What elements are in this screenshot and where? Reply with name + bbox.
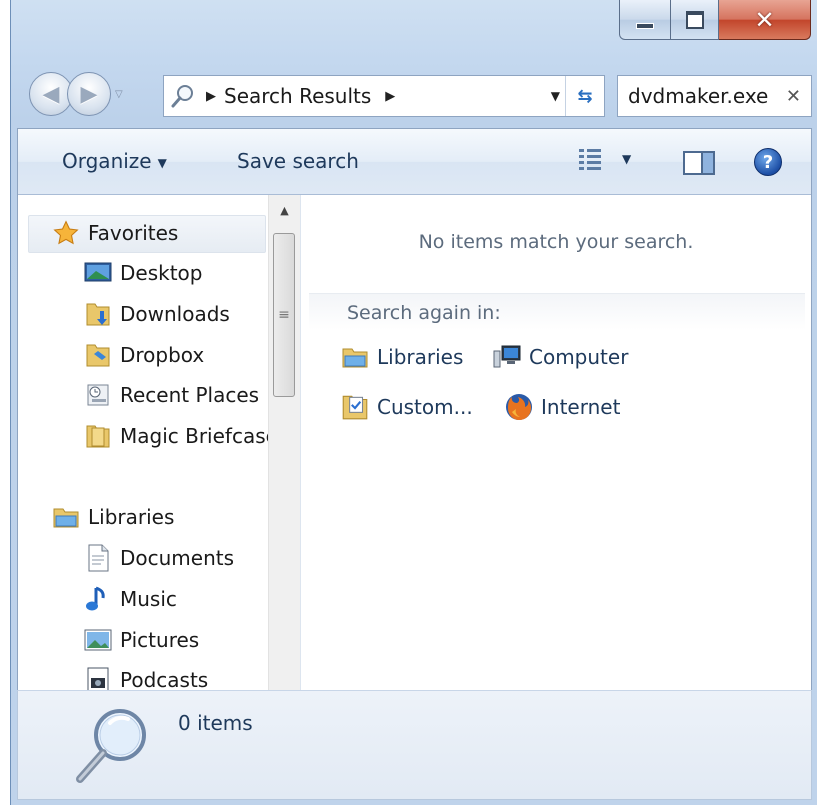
navigation-scrollbar[interactable]: ▲ ≡ ▼ [268, 195, 300, 755]
star-icon [52, 219, 80, 247]
back-arrow-icon: ◀ [42, 81, 60, 107]
organize-label: Organize [62, 149, 152, 173]
nav-libraries[interactable]: Libraries [52, 503, 174, 531]
nav-item-label: Desktop [120, 261, 203, 285]
search-icon [164, 76, 202, 116]
help-button[interactable]: ? [754, 148, 782, 176]
view-options-dropdown-icon[interactable]: ▼ [622, 152, 631, 166]
close-button[interactable]: ✕ [719, 0, 811, 40]
nav-item-pictures[interactable]: Pictures [84, 626, 199, 654]
libraries-folder-icon [339, 341, 371, 373]
nav-item-label: Recent Places [120, 383, 260, 407]
item-count: 0 items [178, 711, 253, 735]
nav-item-label: Downloads [120, 302, 230, 326]
scroll-up-icon[interactable]: ▲ [269, 195, 300, 225]
results-pane: No items match your search. Search again… [301, 195, 811, 763]
search-location-label: Computer [529, 345, 629, 369]
search-location-computer[interactable]: Computer [491, 341, 628, 373]
breadcrumb-child-arrow-icon[interactable]: ▶ [385, 89, 395, 104]
libraries-folder-icon [52, 503, 80, 531]
refresh-arrows-icon: ⇆ [577, 85, 593, 107]
search-again-label: Search again in: [347, 302, 501, 324]
desktop-icon [84, 259, 112, 287]
search-box[interactable]: dvdmaker.exe ✕ [617, 75, 812, 117]
maximize-button[interactable] [671, 0, 719, 40]
nav-item-label: Music [120, 587, 177, 611]
nav-item-label: Dropbox [120, 343, 205, 367]
nav-item-dropbox[interactable]: Dropbox [84, 341, 204, 369]
nav-item-label: Magic Briefcase [120, 424, 278, 448]
document-icon [84, 544, 112, 572]
nav-item-label: Podcasts [120, 668, 209, 692]
maximize-icon [685, 10, 704, 29]
forward-button[interactable]: ▶ [67, 72, 111, 116]
search-input[interactable]: dvdmaker.exe [618, 84, 778, 108]
briefcase-folder-icon [84, 422, 112, 450]
caption-buttons: ✕ [619, 0, 811, 44]
nav-libraries-label: Libraries [88, 505, 175, 529]
custom-folder-icon [339, 391, 371, 423]
help-icon: ? [762, 151, 774, 173]
nav-item-music[interactable]: Music [84, 585, 177, 613]
preview-pane-button[interactable] [683, 151, 715, 179]
scroll-thumb[interactable]: ≡ [273, 233, 295, 397]
breadcrumb-root-arrow-icon[interactable]: ▶ [206, 89, 216, 104]
nav-item-recent-places[interactable]: Recent Places [84, 381, 259, 409]
breadcrumb-search-results[interactable]: Search Results [224, 84, 371, 108]
search-location-internet[interactable]: Internet [503, 391, 620, 423]
search-results-icon [70, 701, 156, 791]
clear-search-icon[interactable]: ✕ [786, 86, 801, 107]
nav-item-label: Documents [120, 546, 235, 570]
navigation-pane: Favorites Desktop Downloads Dropbox Rece… [18, 195, 301, 755]
address-history-dropdown-icon[interactable]: ▼ [551, 89, 560, 103]
nav-item-desktop[interactable]: Desktop [84, 259, 202, 287]
command-bar: Organize ▼ Save search ▼ ? [18, 129, 811, 195]
minimize-button[interactable] [619, 0, 671, 40]
search-location-label: Custom... [377, 395, 473, 419]
computer-icon [491, 341, 523, 373]
change-view-button[interactable]: ▼ [578, 147, 631, 171]
nav-item-downloads[interactable]: Downloads [84, 300, 230, 328]
refresh-button[interactable]: ⇆ [565, 76, 604, 116]
recent-pages-dropdown[interactable]: ▽ [115, 89, 123, 100]
details-view-icon [579, 149, 601, 170]
dropbox-folder-icon [84, 341, 112, 369]
nav-favorites[interactable]: Favorites [52, 219, 178, 247]
explorer-window: ✕ ◀ ▶ ▽ ▶ Search Results ▶ ▼ ⇆ dvdmaker.… [10, 0, 817, 805]
address-bar[interactable]: ▶ Search Results ▶ ▼ ⇆ [163, 75, 605, 117]
chevron-down-icon: ▼ [157, 155, 167, 170]
nav-item-label: Pictures [120, 628, 200, 652]
preview-pane-icon [683, 151, 715, 175]
nav-item-magic-briefcase[interactable]: Magic Briefcase [84, 422, 278, 450]
music-note-icon [84, 585, 112, 613]
details-pane: 0 items [17, 690, 812, 800]
close-icon: ✕ [754, 5, 775, 34]
forward-arrow-icon: ▶ [80, 81, 98, 107]
organize-button[interactable]: Organize ▼ [62, 149, 167, 173]
search-location-libraries[interactable]: Libraries [339, 341, 463, 373]
downloads-folder-icon [84, 300, 112, 328]
empty-results-message: No items match your search. [418, 231, 694, 253]
firefox-icon [503, 391, 535, 423]
nav-item-documents[interactable]: Documents [84, 544, 234, 572]
search-location-label: Internet [541, 395, 621, 419]
recent-places-icon [84, 381, 112, 409]
navigation-buttons: ◀ ▶ ▽ [29, 72, 123, 116]
grip-icon: ≡ [278, 307, 290, 323]
picture-icon [84, 626, 112, 654]
save-search-button[interactable]: Save search [237, 149, 359, 173]
search-location-custom[interactable]: Custom... [339, 391, 473, 423]
nav-favorites-label: Favorites [88, 221, 179, 245]
search-location-label: Libraries [377, 345, 464, 369]
minimize-icon [636, 22, 654, 29]
